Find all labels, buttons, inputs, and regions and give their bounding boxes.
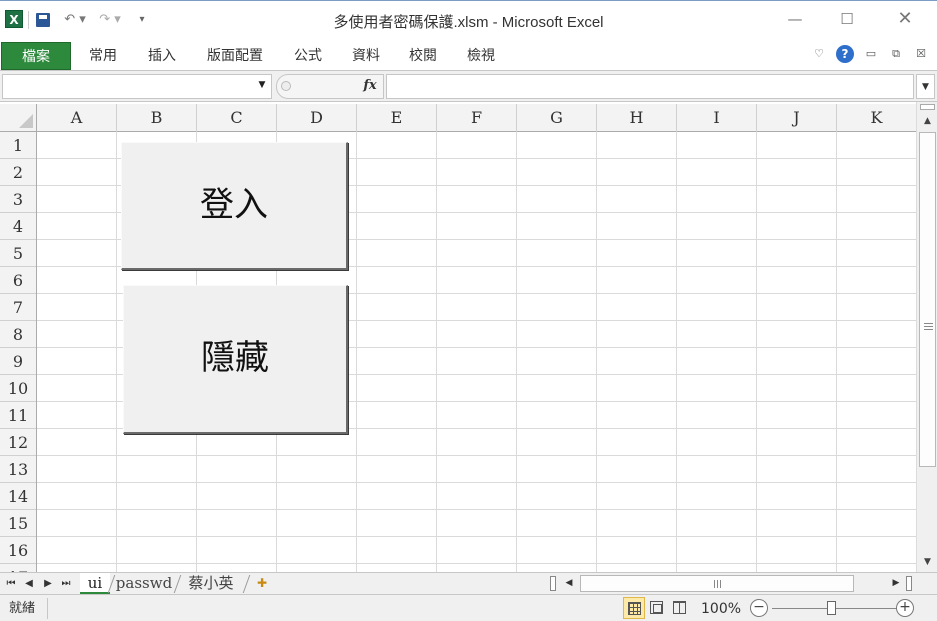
chevron-down-icon[interactable]: ▼: [255, 74, 269, 97]
sheet-tab-bar: ⏮ ◀ ▶ ⏭ ui passwd 蔡小英 ✚ ◀ ▶: [0, 572, 937, 594]
scroll-down-icon[interactable]: ▼: [919, 554, 936, 570]
normal-view-icon: [628, 602, 641, 615]
row-header[interactable]: 17: [0, 564, 36, 572]
row-headers: 1 2 3 4 5 6 7 8 9 10 11 12 13 14 15 16 1…: [0, 132, 37, 572]
minimize-window-button[interactable]: —: [772, 4, 818, 34]
column-header[interactable]: F: [437, 104, 517, 132]
row-header[interactable]: 9: [0, 348, 36, 375]
tab-data[interactable]: 資料: [344, 42, 388, 70]
scroll-left-icon[interactable]: ◀: [562, 575, 576, 592]
maximize-window-button[interactable]: ☐: [824, 4, 870, 34]
tab-view[interactable]: 檢視: [459, 42, 503, 70]
login-button[interactable]: 登入: [121, 142, 348, 270]
tab-file[interactable]: 檔案: [1, 42, 71, 70]
grip-icon: [714, 580, 721, 588]
scroll-right-icon[interactable]: ▶: [889, 575, 903, 592]
column-header[interactable]: K: [837, 104, 917, 132]
page-break-view-button[interactable]: [669, 597, 691, 619]
normal-view-button[interactable]: [623, 597, 645, 619]
column-header[interactable]: B: [117, 104, 197, 132]
row-header[interactable]: 6: [0, 267, 36, 294]
close-workbook-icon[interactable]: ☒: [914, 46, 928, 62]
sheet-tab-user[interactable]: 蔡小英: [178, 573, 244, 594]
row-header[interactable]: 10: [0, 375, 36, 402]
column-headers: A B C D E F G H I J K: [37, 104, 917, 132]
status-ready: 就緒: [9, 601, 36, 616]
grip-icon: [924, 323, 933, 330]
column-header[interactable]: I: [677, 104, 757, 132]
page-break-icon: [673, 601, 686, 614]
page-layout-view-button[interactable]: [646, 597, 668, 619]
ribbon-tabs: 檔案 常用 插入 版面配置 公式 資料 校閱 檢視: [0, 38, 937, 71]
tab-page-layout[interactable]: 版面配置: [200, 42, 270, 70]
zoom-out-icon[interactable]: −: [750, 599, 768, 617]
help-icon[interactable]: ?: [836, 45, 854, 63]
sheet-tab-ui[interactable]: ui: [80, 573, 110, 594]
expand-formula-bar-icon[interactable]: ▼: [916, 74, 935, 99]
horizontal-scroll-thumb[interactable]: [580, 575, 854, 592]
tab-split-handle-icon[interactable]: [550, 576, 556, 591]
insert-function-icon[interactable]: fx: [358, 75, 382, 97]
select-all-button[interactable]: [0, 104, 37, 132]
row-header[interactable]: 13: [0, 456, 36, 483]
insert-sheet-icon[interactable]: ✚: [252, 575, 272, 592]
name-box[interactable]: [2, 74, 272, 99]
row-header[interactable]: 11: [0, 402, 36, 429]
prev-sheet-icon[interactable]: ◀: [21, 575, 37, 592]
column-header[interactable]: H: [597, 104, 677, 132]
restore-workbook-icon[interactable]: ⧉: [889, 46, 903, 62]
scroll-up-icon[interactable]: ▲: [919, 113, 936, 129]
column-header[interactable]: G: [517, 104, 597, 132]
page-layout-icon: [650, 601, 663, 614]
formula-bar: ▼ fx ▼: [0, 71, 937, 102]
first-sheet-icon[interactable]: ⏮: [3, 575, 19, 592]
tab-home[interactable]: 常用: [83, 42, 123, 70]
vertical-scroll-thumb[interactable]: [919, 132, 936, 467]
formula-input[interactable]: [386, 74, 914, 99]
vertical-scrollbar[interactable]: ▲ ▼: [916, 102, 937, 572]
tab-insert[interactable]: 插入: [140, 42, 184, 70]
tab-formulas[interactable]: 公式: [286, 42, 330, 70]
split-handle-icon[interactable]: [906, 576, 912, 591]
column-header[interactable]: D: [277, 104, 357, 132]
minimize-ribbon-icon[interactable]: ▭: [864, 46, 878, 62]
status-divider: [47, 598, 48, 619]
tab-review[interactable]: 校閱: [401, 42, 445, 70]
zoom-slider-thumb[interactable]: [827, 601, 836, 615]
formula-bar-handle-icon[interactable]: [281, 81, 291, 91]
heart-icon[interactable]: ♡: [812, 46, 826, 62]
row-header[interactable]: 2: [0, 159, 36, 186]
sheet-tab-passwd[interactable]: passwd: [112, 573, 176, 594]
row-header[interactable]: 1: [0, 132, 36, 159]
split-handle-icon[interactable]: [920, 104, 935, 110]
column-header[interactable]: J: [757, 104, 837, 132]
row-header[interactable]: 7: [0, 294, 36, 321]
title-bar: X ↶ ▾ ↷ ▾ ▾ 多使用者密碼保護.xlsm - Microsoft Ex…: [0, 0, 937, 38]
row-header[interactable]: 15: [0, 510, 36, 537]
last-sheet-icon[interactable]: ⏭: [58, 575, 74, 592]
row-header[interactable]: 14: [0, 483, 36, 510]
status-bar: 就緒 100% − +: [0, 594, 937, 621]
row-header[interactable]: 16: [0, 537, 36, 564]
row-header[interactable]: 5: [0, 240, 36, 267]
column-header[interactable]: E: [357, 104, 437, 132]
column-header[interactable]: C: [197, 104, 277, 132]
close-window-button[interactable]: ✕: [882, 4, 928, 34]
hide-button[interactable]: 隱藏: [123, 285, 348, 434]
row-header[interactable]: 4: [0, 213, 36, 240]
zoom-in-icon[interactable]: +: [896, 599, 914, 617]
column-header[interactable]: A: [37, 104, 117, 132]
row-header[interactable]: 3: [0, 186, 36, 213]
zoom-level[interactable]: 100%: [701, 599, 741, 619]
row-header[interactable]: 8: [0, 321, 36, 348]
next-sheet-icon[interactable]: ▶: [40, 575, 56, 592]
row-header[interactable]: 12: [0, 429, 36, 456]
